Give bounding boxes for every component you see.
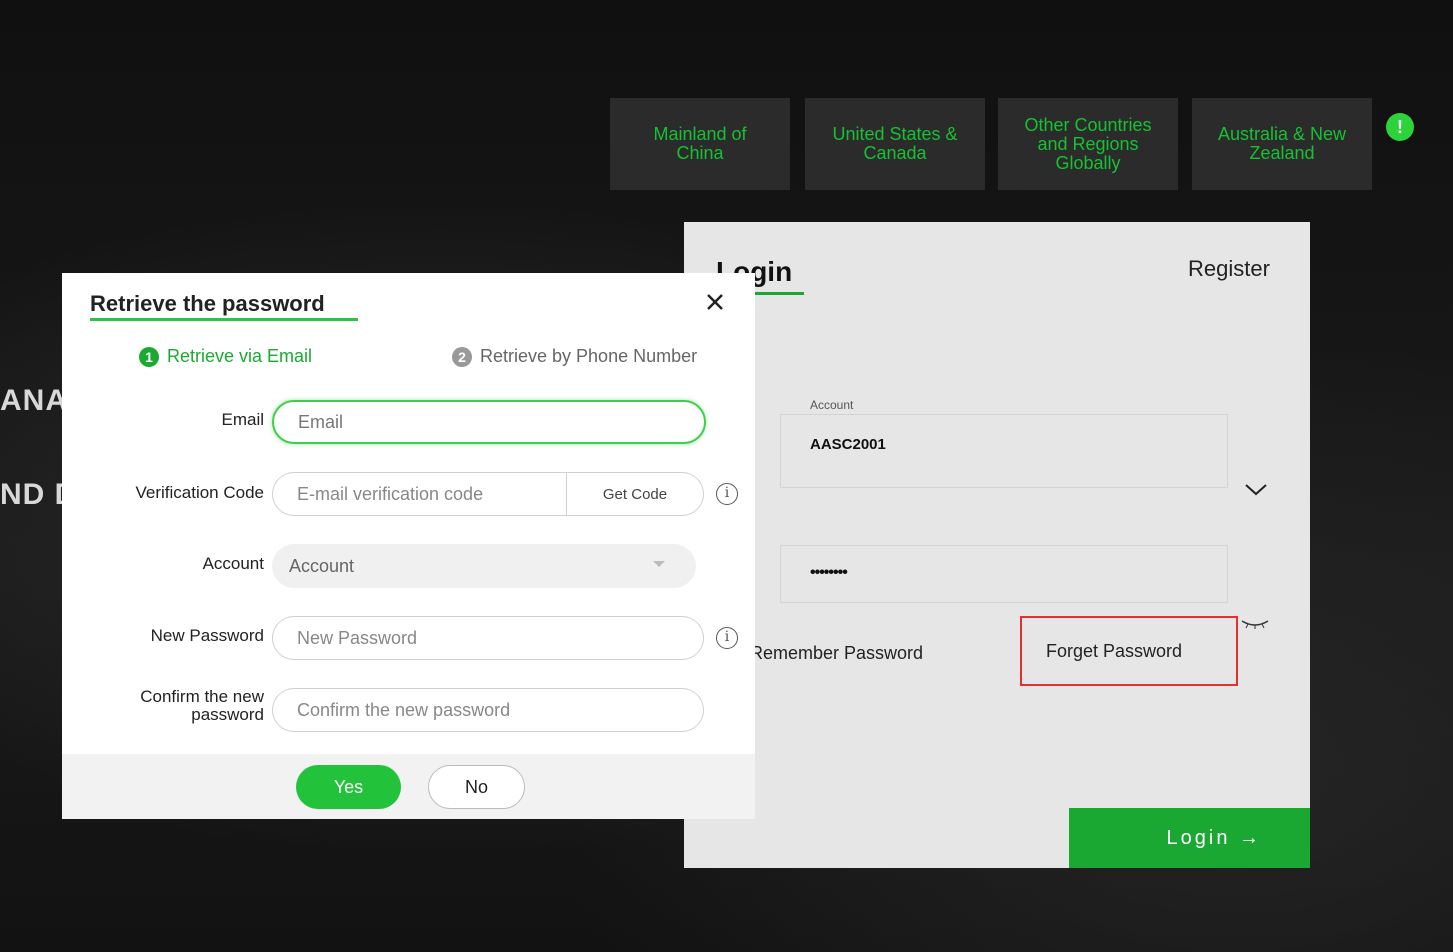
- region-tab-australia-nz[interactable]: Australia & New Zealand: [1192, 98, 1372, 190]
- password-field-value: ••••••••: [810, 564, 848, 581]
- info-icon[interactable]: i: [716, 483, 738, 505]
- region-label: Other Countries and Regions Globally: [1024, 114, 1152, 173]
- confirm-password-input[interactable]: Confirm the new password: [272, 688, 704, 732]
- region-label: Mainland of China: [653, 124, 747, 163]
- modal-title-underline: [90, 318, 358, 321]
- region-tab-other-countries[interactable]: Other Countries and Regions Globally: [998, 98, 1178, 190]
- remember-password-label[interactable]: Remember Password: [750, 643, 923, 664]
- new-password-label: New Password: [150, 626, 264, 645]
- step-retrieve-phone[interactable]: 2 Retrieve by Phone Number: [452, 346, 697, 367]
- region-tab-us-canada[interactable]: United States & Canada: [805, 98, 985, 190]
- modal-title: Retrieve the password: [90, 291, 325, 316]
- region-label: United States & Canada: [832, 124, 958, 163]
- confirm-password-label: Confirm the new password: [62, 688, 264, 724]
- verification-code-placeholder: E-mail verification code: [297, 483, 484, 504]
- login-button[interactable]: Login →: [1069, 808, 1310, 868]
- verification-code-input[interactable]: E-mail verification code Get Code: [272, 472, 704, 516]
- chevron-down-icon[interactable]: [1244, 480, 1268, 503]
- region-tab-mainland-china[interactable]: Mainland of China: [610, 98, 790, 190]
- account-field-label: Account: [810, 398, 854, 412]
- step-number-1: 1: [139, 346, 159, 367]
- retrieve-password-modal: Retrieve the password 1 Retrieve via Ema…: [62, 273, 755, 819]
- verification-code-label: Verification Code: [135, 483, 264, 502]
- password-field[interactable]: [780, 545, 1228, 603]
- forget-password-link[interactable]: Forget Password: [1020, 616, 1238, 686]
- region-label: Australia & New Zealand: [1217, 124, 1347, 163]
- eye-closed-icon[interactable]: [1240, 616, 1270, 632]
- email-input[interactable]: Email: [272, 400, 706, 444]
- yes-button[interactable]: Yes: [296, 765, 401, 809]
- forget-password-label: Forget Password: [1046, 640, 1183, 661]
- account-placeholder: Account: [289, 555, 355, 576]
- account-field-value: AASC2001: [810, 436, 886, 453]
- get-code-button[interactable]: Get Code: [566, 473, 703, 515]
- confirm-password-label-line2: password: [191, 705, 264, 724]
- chevron-down-icon: [653, 561, 665, 567]
- email-label: Email: [221, 410, 264, 429]
- new-password-placeholder: New Password: [297, 627, 418, 648]
- email-placeholder: Email: [298, 411, 344, 432]
- register-link[interactable]: Register: [1188, 256, 1270, 282]
- confirm-password-placeholder: Confirm the new password: [297, 699, 511, 720]
- step-number-2: 2: [452, 346, 472, 367]
- step-retrieve-email[interactable]: 1 Retrieve via Email: [139, 346, 312, 367]
- step-label: Retrieve via Email: [167, 346, 313, 366]
- no-button[interactable]: No: [428, 765, 525, 809]
- alert-icon[interactable]: !: [1386, 113, 1414, 141]
- hero-text-line1: ANA: [0, 384, 68, 417]
- confirm-password-label-line1: Confirm the new: [140, 687, 264, 706]
- close-icon[interactable]: [706, 287, 724, 318]
- account-label: Account: [202, 554, 264, 573]
- step-label: Retrieve by Phone Number: [480, 346, 698, 366]
- new-password-input[interactable]: New Password: [272, 616, 704, 660]
- account-select[interactable]: Account: [272, 544, 696, 588]
- modal-footer: Yes No: [62, 754, 755, 819]
- info-icon[interactable]: i: [716, 627, 738, 649]
